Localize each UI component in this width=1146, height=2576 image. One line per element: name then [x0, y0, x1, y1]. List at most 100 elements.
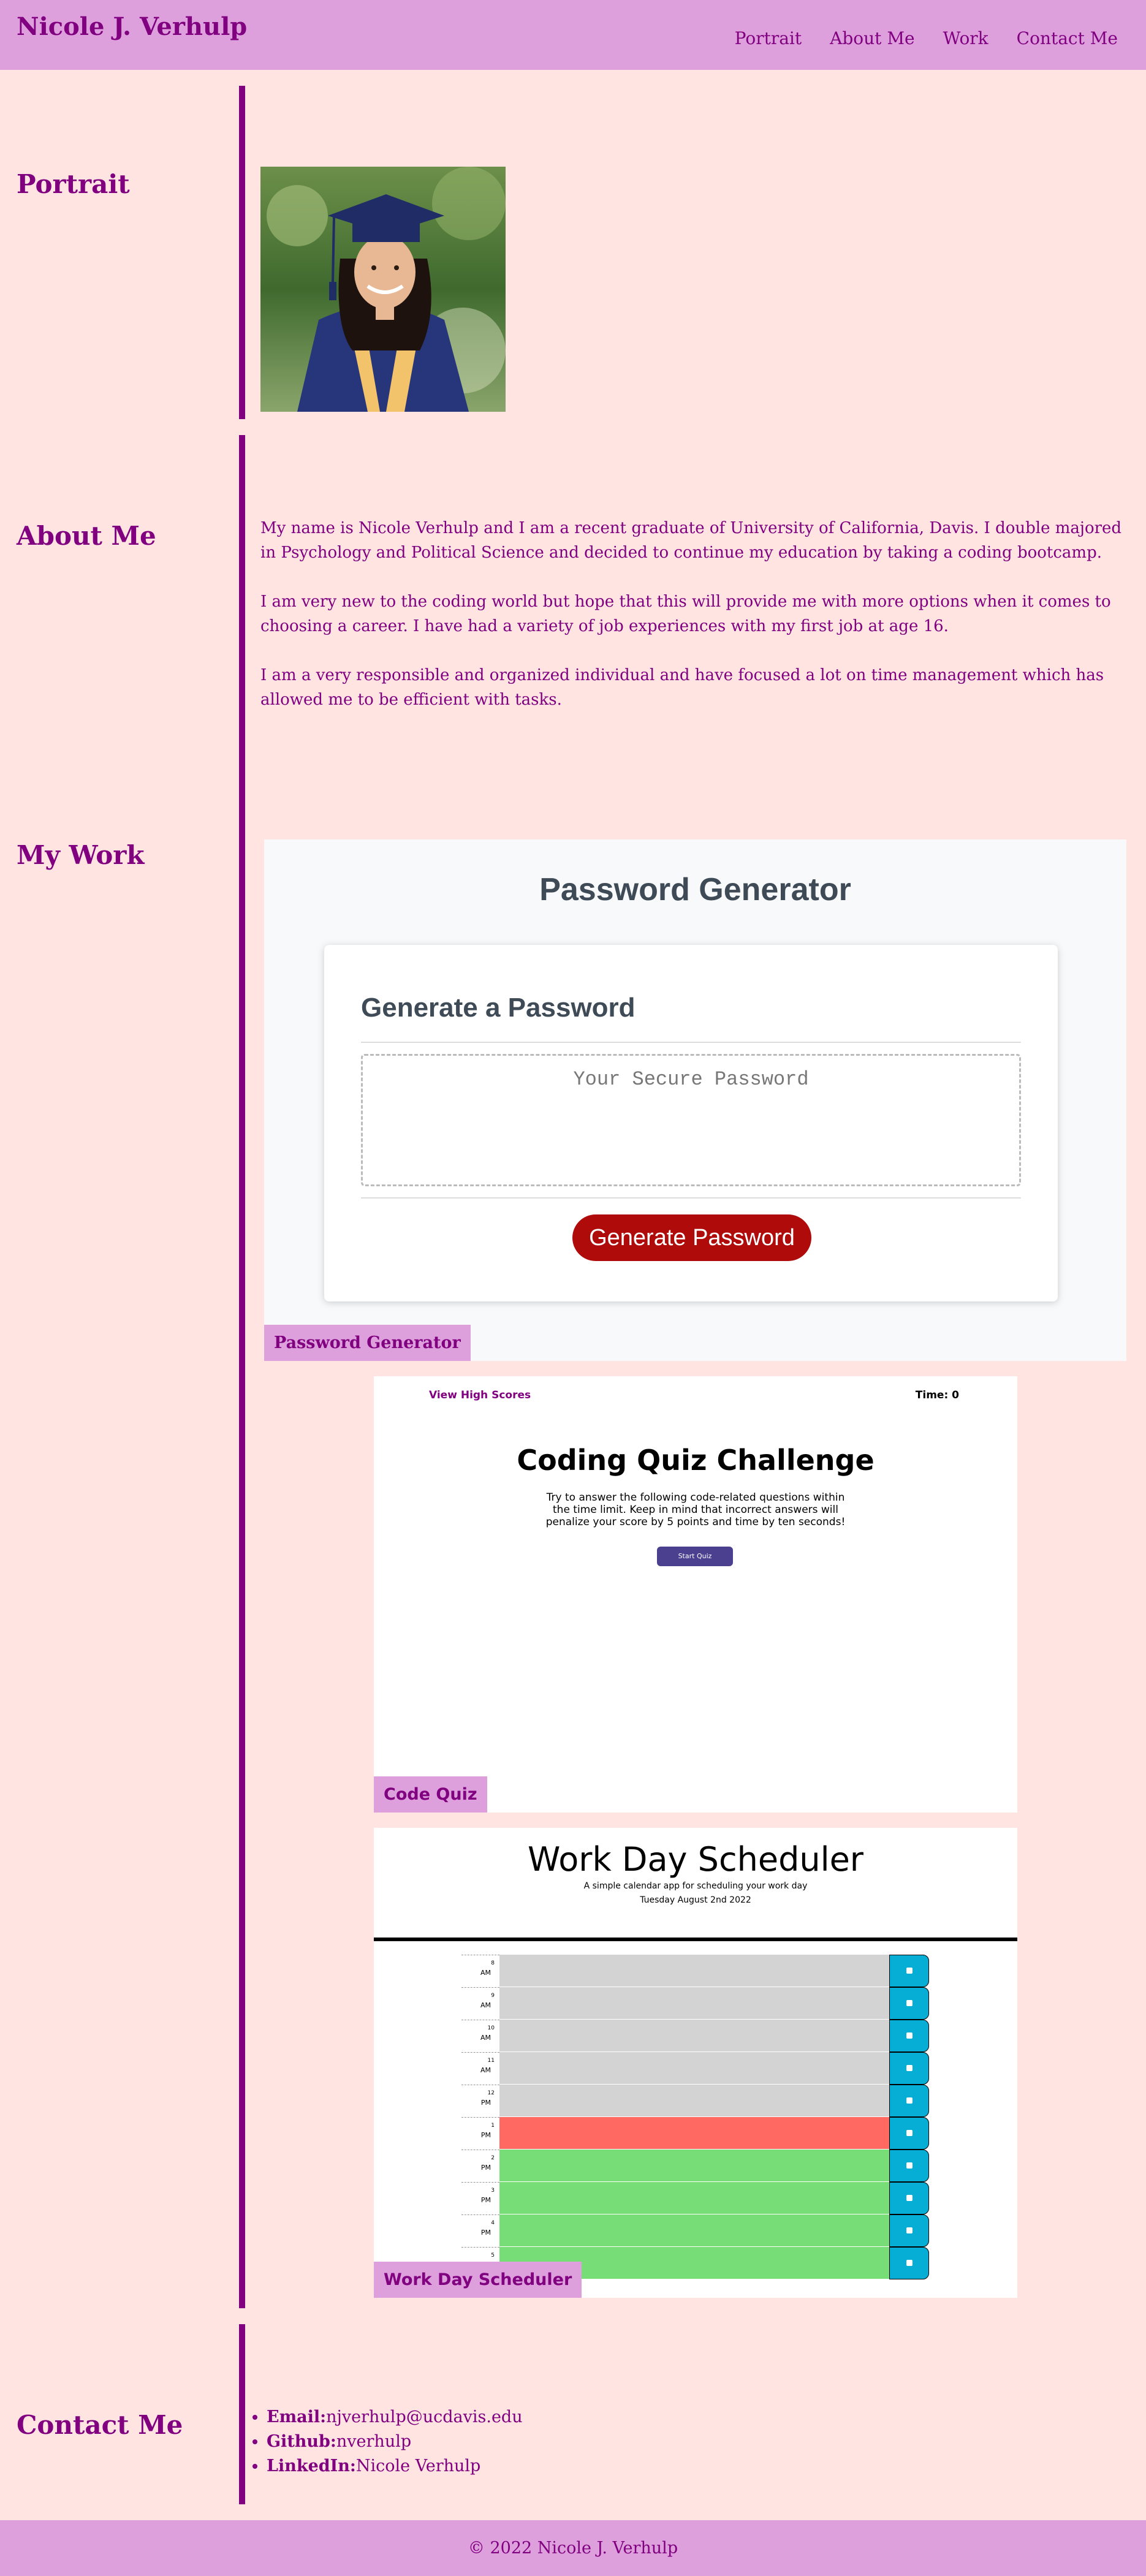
contact-value[interactable]: Nicole Verhulp	[356, 2457, 480, 2476]
sched-hour-meridiem: PM	[480, 2099, 491, 2107]
about-paragraph: I am very new to the coding world but ho…	[260, 593, 1111, 635]
sched-time-block	[499, 2150, 889, 2182]
sched-hour-row: 1 PM	[461, 2117, 929, 2150]
sched-hour-number: 12	[487, 2090, 495, 2096]
divider	[374, 1938, 1017, 1941]
sched-hour-label: 2 PM	[461, 2150, 499, 2182]
section-divider	[239, 86, 245, 419]
sched-save-icon	[889, 2247, 929, 2279]
sched-hour-number: 9	[491, 1993, 495, 1999]
sched-save-icon	[889, 2214, 929, 2247]
main-nav: Portrait About Me Work Contact Me	[735, 28, 1135, 48]
sched-hour-meridiem: PM	[480, 2196, 491, 2204]
sched-hour-meridiem: PM	[480, 2131, 491, 2139]
contact-heading: Contact Me	[17, 2410, 183, 2440]
contact-value[interactable]: nverhulp	[336, 2432, 411, 2451]
project-label[interactable]: Work Day Scheduler	[374, 2262, 582, 2298]
nav-link-work[interactable]: Work	[943, 28, 989, 48]
sched-hour-label: 8 AM	[461, 1955, 499, 1987]
sched-time-block	[499, 2052, 889, 2085]
sched-hour-row: 10 AM	[461, 2020, 929, 2052]
sched-hour-label: 4 PM	[461, 2214, 499, 2247]
sched-hour-number: 10	[487, 2025, 495, 2031]
site-title: Nicole J. Verhulp	[17, 12, 248, 41]
divider	[361, 1197, 1021, 1199]
about-section: About Me My name is Nicole Verhulp and I…	[0, 435, 1146, 830]
portrait-heading: Portrait	[17, 169, 130, 199]
contact-item-linkedin: LinkedIn:Nicole Verhulp	[267, 2454, 1134, 2479]
about-paragraph: My name is Nicole Verhulp and I am a rec…	[260, 519, 1122, 562]
pw-screenshot-title: Password Generator	[539, 872, 851, 907]
nav-link-portrait[interactable]: Portrait	[735, 28, 802, 48]
sched-save-icon	[889, 2020, 929, 2052]
divider	[361, 1042, 1021, 1043]
nav-link-contact-me[interactable]: Contact Me	[1017, 28, 1118, 48]
sched-hour-row: 8 AM	[461, 1955, 929, 1987]
sched-hour-row: 12 PM	[461, 2085, 929, 2117]
sched-hour-row: 3 PM	[461, 2182, 929, 2214]
sched-save-icon	[889, 1987, 929, 2020]
sched-save-icon	[889, 2182, 929, 2214]
sched-time-block	[499, 2020, 889, 2052]
sched-hour-row: 9 AM	[461, 1987, 929, 2020]
sched-screenshot-subtitle: A simple calendar app for scheduling you…	[583, 1881, 808, 1891]
sched-time-block	[499, 2182, 889, 2214]
sched-hour-label: 3 PM	[461, 2182, 499, 2214]
portrait-section: Portrait	[0, 86, 1146, 419]
quiz-screenshot-high-scores: View High Scores	[429, 1389, 531, 1401]
site-footer: © 2022 Nicole J. Verhulp	[0, 2520, 1146, 2576]
sched-hour-number: 3	[491, 2188, 495, 2194]
work-heading: My Work	[17, 840, 145, 870]
sched-screenshot-title: Work Day Scheduler	[527, 1840, 864, 1879]
project-card-code-quiz[interactable]: View High Scores Time: 0 Coding Quiz Cha…	[374, 1376, 1017, 1813]
about-paragraph: I am a very responsible and organized in…	[260, 666, 1104, 709]
sched-time-block	[499, 1955, 889, 1987]
section-divider	[239, 801, 245, 2308]
sched-save-icon	[889, 2085, 929, 2117]
footer-copyright: © 2022 Nicole J. Verhulp	[468, 2539, 678, 2558]
project-label[interactable]: Password Generator	[264, 1325, 471, 1361]
sched-hour-meridiem: PM	[480, 2164, 491, 2172]
sched-hour-meridiem: AM	[480, 2066, 491, 2074]
sched-hour-number: 1	[491, 2123, 495, 2129]
contact-item-github: Github:nverhulp	[267, 2430, 1134, 2454]
sched-hour-label: 11 AM	[461, 2052, 499, 2085]
site-header: Nicole J. Verhulp Portrait About Me Work…	[0, 0, 1146, 70]
project-card-work-day-scheduler[interactable]: Work Day Scheduler A simple calendar app…	[374, 1828, 1017, 2298]
sched-hour-label: 10 AM	[461, 2020, 499, 2052]
contact-label: Email:	[267, 2407, 327, 2426]
sched-screenshot-date: Tuesday August 2nd 2022	[640, 1895, 751, 1905]
contact-label: LinkedIn:	[267, 2457, 356, 2476]
contact-value[interactable]: njverhulp@ucdavis.edu	[326, 2407, 522, 2426]
quiz-screenshot-title: Coding Quiz Challenge	[517, 1444, 875, 1477]
sched-save-icon	[889, 1955, 929, 1987]
sched-hour-label: 1 PM	[461, 2117, 499, 2150]
sched-hour-meridiem: PM	[480, 2229, 491, 2237]
contact-item-email: Email:njverhulp@ucdavis.edu	[267, 2405, 1134, 2430]
project-label[interactable]: Code Quiz	[374, 1776, 487, 1813]
sched-hour-row: 4 PM	[461, 2214, 929, 2247]
sched-hour-row: 2 PM	[461, 2150, 929, 2182]
about-heading: About Me	[17, 521, 156, 551]
quiz-screenshot-timer: Time: 0	[915, 1389, 959, 1401]
sched-hour-row: 11 AM	[461, 2052, 929, 2085]
quiz-screenshot-text: Try to answer the following code-related…	[545, 1491, 846, 1528]
section-divider	[239, 435, 245, 830]
pw-screenshot-panel: Generate a Password Your Secure Password…	[324, 945, 1058, 1301]
sched-hour-number: 8	[491, 1960, 495, 1966]
sched-hour-number: 5	[491, 2252, 495, 2259]
sched-time-block	[499, 2214, 889, 2247]
sched-hour-meridiem: AM	[480, 1969, 491, 1977]
pw-screenshot-button: Generate Password	[572, 1214, 811, 1261]
quiz-screenshot-start-button: Start Quiz	[657, 1547, 733, 1566]
pw-screenshot-output: Your Secure Password	[361, 1054, 1021, 1186]
sched-time-block	[499, 2117, 889, 2150]
sched-hour-number: 2	[491, 2155, 495, 2161]
contact-label: Github:	[267, 2432, 336, 2451]
sched-hour-label: 12 PM	[461, 2085, 499, 2117]
sched-hour-number: 11	[487, 2058, 495, 2064]
sched-time-block	[499, 2085, 889, 2117]
nav-link-about-me[interactable]: About Me	[830, 28, 914, 48]
sched-hour-label: 9 AM	[461, 1987, 499, 2020]
project-card-password-generator[interactable]: Password Generator Generate a Password Y…	[264, 839, 1126, 1361]
